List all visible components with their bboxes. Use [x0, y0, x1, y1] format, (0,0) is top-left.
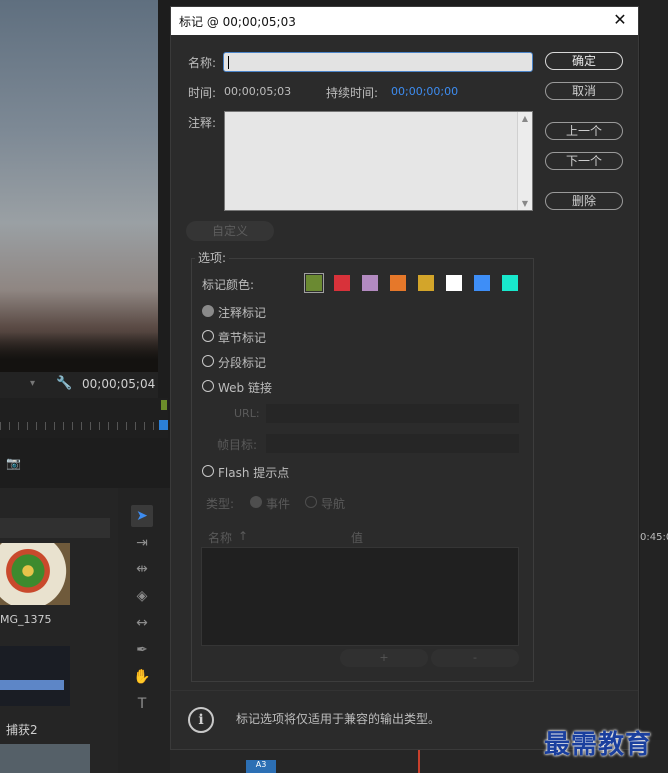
- color-swatch[interactable]: [418, 275, 434, 291]
- marker-color-label: 标记颜色:: [202, 278, 255, 292]
- pen-tool-icon[interactable]: ✒: [131, 639, 153, 661]
- program-monitor-video: [0, 0, 158, 372]
- comment-textarea[interactable]: ▲ ▼: [224, 111, 533, 211]
- ripple-edit-tool-icon[interactable]: ⇹: [131, 558, 153, 580]
- dialog-title: 标记 @ 00;00;05;03: [179, 15, 296, 29]
- custom-button[interactable]: 自定义: [186, 221, 274, 241]
- hand-tool-icon[interactable]: ✋: [131, 666, 153, 688]
- watermark-logo: 最需教育: [544, 730, 653, 760]
- type-tool-icon[interactable]: T: [131, 693, 153, 715]
- name-field[interactable]: [223, 52, 533, 72]
- duration-label: 持续时间:: [326, 86, 379, 100]
- divider: [171, 690, 638, 691]
- chevron-down-icon[interactable]: ▾: [30, 378, 35, 389]
- wrench-icon[interactable]: 🔧: [56, 376, 72, 391]
- clip-label: 捕获2: [6, 723, 38, 737]
- timeline-timecode: 0:45:0: [640, 532, 668, 543]
- navigation-label: 导航: [321, 497, 346, 511]
- radio-chapter-marker[interactable]: [202, 330, 214, 342]
- time-value: 00;00;05;03: [224, 85, 292, 98]
- color-swatch[interactable]: [362, 275, 378, 291]
- track-label[interactable]: A3: [246, 760, 276, 773]
- add-cue-button: +: [340, 649, 428, 667]
- next-button[interactable]: 下一个: [545, 152, 623, 170]
- selection-tool-icon[interactable]: ➤: [131, 505, 153, 527]
- text-caret: [228, 56, 229, 69]
- clip-thumbnail[interactable]: [0, 646, 70, 706]
- time-label: 时间:: [188, 86, 217, 100]
- clip-thumbnail[interactable]: [0, 744, 90, 773]
- color-swatch[interactable]: [334, 275, 350, 291]
- monitor-ruler[interactable]: [0, 398, 168, 438]
- name-label: 名称:: [188, 56, 217, 70]
- frame-target-label: 帧目标:: [217, 438, 258, 452]
- radio-comment-marker[interactable]: [202, 305, 214, 317]
- clip-label: MG_1375: [0, 613, 52, 626]
- comment-label: 注释:: [188, 116, 217, 130]
- color-swatch[interactable]: [390, 275, 406, 291]
- event-label: 事件: [266, 497, 291, 511]
- duration-value[interactable]: 00;00;00;00: [391, 85, 458, 98]
- camera-icon[interactable]: 📷: [6, 456, 21, 470]
- remove-cue-button: -: [431, 649, 519, 667]
- color-swatch[interactable]: [446, 275, 462, 291]
- info-icon: i: [188, 707, 214, 733]
- frame-target-field: [266, 434, 519, 453]
- timeline-panel-edge: 0:45:0: [640, 0, 668, 773]
- radio-navigation: [305, 496, 317, 508]
- marker-flag: [161, 400, 167, 410]
- razor-tool-icon[interactable]: ◈: [131, 585, 153, 607]
- cue-table-header: 名称 ↑ 值: [201, 527, 521, 547]
- radio-label[interactable]: Flash 提示点: [218, 464, 289, 481]
- track-select-tool-icon[interactable]: ⇥: [131, 532, 153, 554]
- close-icon[interactable]: ✕: [612, 10, 628, 30]
- scroll-down-icon[interactable]: ▼: [519, 199, 531, 208]
- color-swatch[interactable]: [304, 273, 324, 293]
- dialog-titlebar: 标记 @ 00;00;05;03 ✕: [171, 7, 638, 35]
- info-message: 标记选项将仅适用于兼容的输出类型。: [236, 712, 441, 726]
- url-label: URL:: [234, 407, 260, 420]
- value-column-header[interactable]: 值: [351, 529, 363, 546]
- radio-label[interactable]: 注释标记: [218, 304, 266, 321]
- radio-label[interactable]: Web 链接: [218, 379, 272, 396]
- timeline-playhead: [418, 748, 420, 773]
- url-field: [266, 404, 519, 423]
- options-legend: 选项:: [195, 249, 230, 266]
- clip-thumbnail[interactable]: [0, 543, 70, 605]
- comment-scrollbar[interactable]: [517, 112, 532, 210]
- color-swatch[interactable]: [502, 275, 518, 291]
- marker-dialog: 标记 @ 00;00;05;03 ✕ 名称: 时间: 00;00;05;03 持…: [170, 6, 639, 750]
- cue-table: [201, 547, 519, 646]
- delete-button[interactable]: 删除: [545, 192, 623, 210]
- radio-flash-cue[interactable]: [202, 465, 214, 477]
- playhead-indicator[interactable]: [159, 420, 168, 430]
- scroll-up-icon[interactable]: ▲: [519, 114, 531, 123]
- sort-up-icon: ↑: [238, 529, 249, 543]
- color-swatch[interactable]: [474, 275, 490, 291]
- slip-tool-icon[interactable]: ↔: [131, 612, 153, 634]
- name-column-header[interactable]: 名称: [208, 529, 232, 546]
- radio-label[interactable]: 章节标记: [218, 329, 266, 346]
- radio-segment-marker[interactable]: [202, 355, 214, 367]
- cancel-button[interactable]: 取消: [545, 82, 623, 100]
- type-label: 类型:: [206, 497, 235, 511]
- previous-button[interactable]: 上一个: [545, 122, 623, 140]
- ok-button[interactable]: 确定: [545, 52, 623, 70]
- radio-event: [250, 496, 262, 508]
- monitor-timecode: 00;00;05;04: [82, 377, 156, 391]
- radio-web-link[interactable]: [202, 380, 214, 392]
- radio-label[interactable]: 分段标记: [218, 354, 266, 371]
